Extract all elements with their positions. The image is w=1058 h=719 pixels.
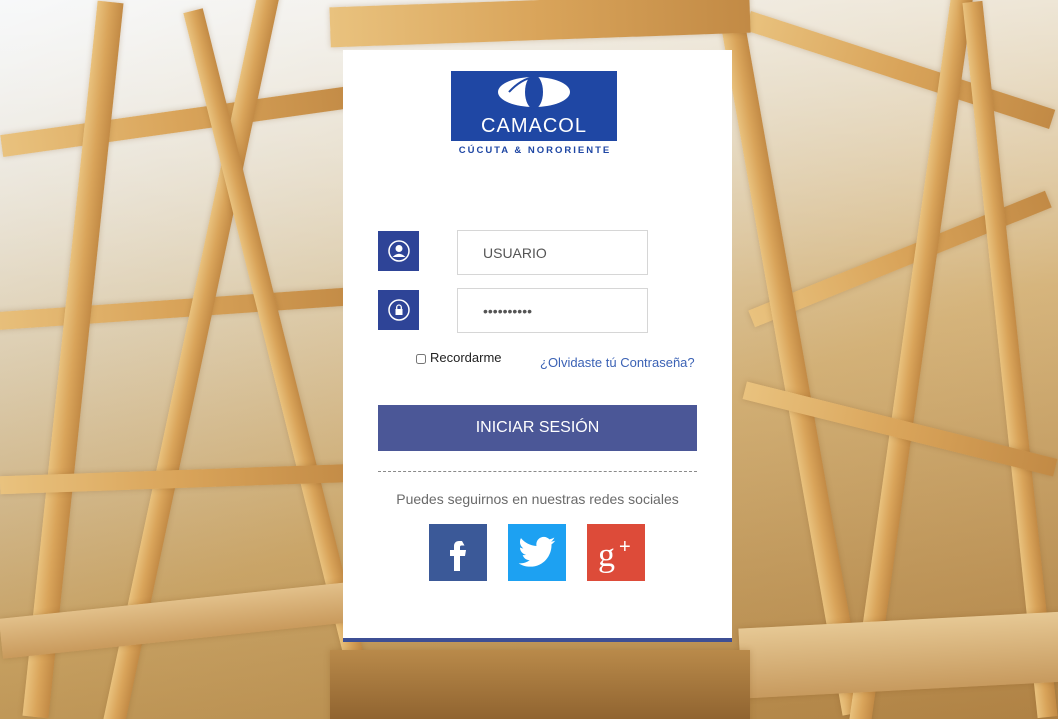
logo-name: CAMACOL (481, 115, 587, 137)
lock-icon (378, 290, 419, 330)
login-panel: CAMACOL CÚCUTA & NORORIENTE Recordarme ¿… (343, 50, 732, 642)
remember-checkbox[interactable] (416, 353, 426, 364)
remember-label: Recordarme (430, 350, 502, 365)
twitter-button[interactable] (508, 524, 566, 581)
logo-badge: CAMACOL (451, 71, 617, 141)
username-input[interactable] (457, 230, 648, 275)
logo-subtitle: CÚCUTA & NORORIENTE (458, 145, 612, 156)
divider (378, 471, 697, 472)
google-plus-icon: g + (598, 536, 631, 573)
svg-text:g: g (598, 537, 615, 573)
camacol-logo: CAMACOL CÚCUTA & NORORIENTE (451, 71, 619, 157)
social-text: Puedes seguirnos en nuestras redes socia… (396, 491, 679, 507)
facebook-icon (450, 540, 466, 571)
svg-text:+: + (619, 536, 631, 558)
forgot-password-link[interactable]: ¿Olvidaste tú Contraseña? (540, 355, 695, 370)
google-plus-button[interactable]: g + (587, 524, 645, 581)
remember-me[interactable]: Recordarme (416, 350, 502, 365)
user-icon (378, 231, 419, 271)
facebook-button[interactable] (429, 524, 487, 581)
password-input[interactable] (457, 288, 648, 333)
logo-emblem-icon (498, 75, 570, 109)
twitter-icon (518, 536, 556, 567)
login-button[interactable]: INICIAR SESIÓN (378, 405, 697, 451)
